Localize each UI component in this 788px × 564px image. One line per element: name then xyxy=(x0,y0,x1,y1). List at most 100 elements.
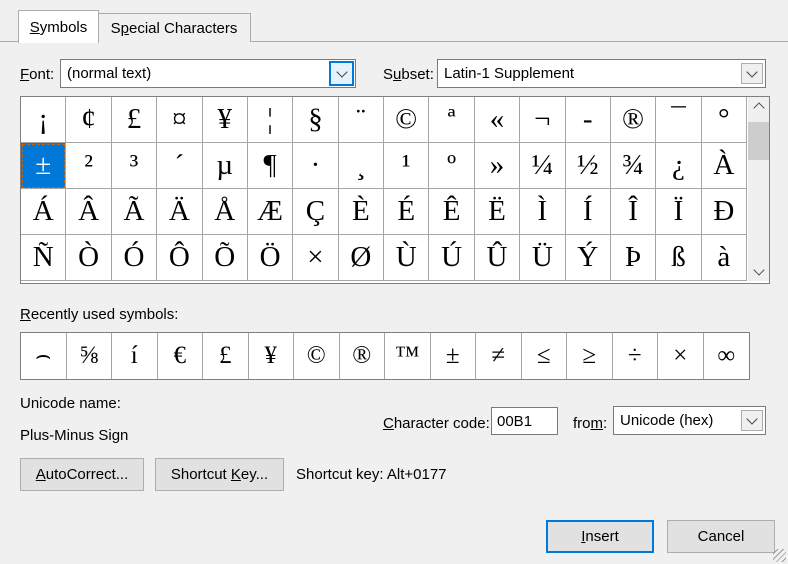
recent-symbol-cell[interactable]: í xyxy=(112,333,158,379)
symbol-cell[interactable]: É xyxy=(384,189,430,235)
insert-button[interactable]: Insert xyxy=(546,520,654,553)
recent-symbol-cell[interactable]: ⌢ xyxy=(21,333,67,379)
symbol-cell[interactable]: · xyxy=(293,143,339,189)
symbol-cell[interactable]: ¾ xyxy=(610,143,657,189)
symbol-cell[interactable]: Ë xyxy=(474,189,521,235)
symbol-cell[interactable]: Ý xyxy=(565,235,611,281)
symbol-cell[interactable]: ¦ xyxy=(247,97,294,143)
font-combobox[interactable]: (normal text) xyxy=(60,59,356,88)
symbol-cell[interactable]: ¡ xyxy=(21,97,67,143)
symbol-cell[interactable]: Õ xyxy=(202,235,248,281)
recent-symbol-cell[interactable]: © xyxy=(294,333,340,379)
symbol-cell[interactable]: ¨ xyxy=(338,97,384,143)
resize-grip-icon[interactable] xyxy=(773,549,786,562)
symbol-cell[interactable]: ¤ xyxy=(157,97,203,143)
symbol-cell[interactable]: ² xyxy=(66,143,112,189)
symbol-cell[interactable]: © xyxy=(384,97,430,143)
symbol-cell[interactable]: § xyxy=(293,97,339,143)
from-combobox[interactable]: Unicode (hex) xyxy=(613,406,766,435)
symbol-cell[interactable]: Ð xyxy=(701,189,747,235)
symbol-cell[interactable]: Ï xyxy=(656,189,702,235)
symbol-cell[interactable]: Á xyxy=(21,189,67,235)
symbol-cell[interactable]: Þ xyxy=(610,235,657,281)
recent-symbol-cell[interactable]: ™ xyxy=(385,333,431,379)
symbol-cell[interactable]: - xyxy=(565,97,611,143)
subset-combobox[interactable]: Latin-1 Supplement xyxy=(437,59,766,88)
symbol-cell[interactable]: Ó xyxy=(111,235,158,281)
recent-symbol-cell[interactable]: ≤ xyxy=(522,333,567,379)
tab-symbols[interactable]: Symbols xyxy=(18,10,99,43)
character-code-input[interactable] xyxy=(491,407,558,435)
symbol-cell[interactable]: Ø xyxy=(338,235,384,281)
symbol-cell[interactable]: × xyxy=(293,235,339,281)
from-combobox-dropdown-button[interactable] xyxy=(741,410,763,431)
symbol-cell[interactable]: Ô xyxy=(157,235,203,281)
symbol-grid-scrollbar[interactable] xyxy=(748,97,769,281)
symbol-cell[interactable]: Ç xyxy=(293,189,339,235)
scrollbar-thumb[interactable] xyxy=(748,122,769,160)
symbol-cell[interactable]: À xyxy=(701,143,747,189)
recent-symbol-cell[interactable]: × xyxy=(658,333,704,379)
symbol-cell[interactable]: Ì xyxy=(520,189,566,235)
font-combobox-value: (normal text) xyxy=(67,65,152,82)
symbol-cell[interactable]: ½ xyxy=(565,143,611,189)
scroll-down-button[interactable] xyxy=(748,262,769,281)
font-combobox-dropdown-button[interactable] xyxy=(329,61,354,86)
symbol-cell[interactable]: Â xyxy=(66,189,112,235)
symbol-cell[interactable]: Ü xyxy=(520,235,566,281)
symbol-cell[interactable]: à xyxy=(701,235,747,281)
symbol-cell[interactable]: Û xyxy=(474,235,521,281)
symbol-cell[interactable]: Ö xyxy=(247,235,294,281)
symbol-cell[interactable]: ¯ xyxy=(656,97,702,143)
symbol-cell[interactable]: Ä xyxy=(157,189,203,235)
symbol-cell[interactable]: ´ xyxy=(157,143,203,189)
recent-symbol-cell[interactable]: ⅝ xyxy=(67,333,112,379)
symbol-cell[interactable]: ¶ xyxy=(247,143,294,189)
symbol-cell[interactable]: « xyxy=(474,97,521,143)
autocorrect-button[interactable]: AutoCorrect... xyxy=(20,458,144,491)
shortcut-key-button[interactable]: Shortcut Key... xyxy=(155,458,284,491)
subset-combobox-dropdown-button[interactable] xyxy=(741,63,763,84)
cancel-button[interactable]: Cancel xyxy=(667,520,775,553)
recent-symbol-cell[interactable]: ≥ xyxy=(567,333,613,379)
symbol-cell[interactable]: ° xyxy=(701,97,747,143)
symbol-cell[interactable]: ± xyxy=(21,143,67,189)
symbol-cell[interactable]: Î xyxy=(610,189,657,235)
recent-symbol-cell[interactable]: ® xyxy=(340,333,385,379)
symbol-cell[interactable]: » xyxy=(474,143,521,189)
symbol-cell[interactable]: Ú xyxy=(429,235,475,281)
symbol-cell[interactable]: £ xyxy=(111,97,158,143)
symbol-cell[interactable]: ® xyxy=(610,97,657,143)
symbol-cell[interactable]: Ã xyxy=(111,189,158,235)
symbol-cell[interactable]: Ê xyxy=(429,189,475,235)
symbol-cell[interactable]: ª xyxy=(429,97,475,143)
symbol-cell[interactable]: ¥ xyxy=(202,97,248,143)
symbol-cell[interactable]: º xyxy=(429,143,475,189)
recent-symbol-cell[interactable]: £ xyxy=(203,333,249,379)
symbol-cell[interactable]: Æ xyxy=(247,189,294,235)
symbol-cell[interactable]: ¢ xyxy=(66,97,112,143)
recent-symbol-cell[interactable]: ÷ xyxy=(613,333,658,379)
symbol-cell[interactable]: Å xyxy=(202,189,248,235)
symbol-cell[interactable]: Ñ xyxy=(21,235,67,281)
symbol-cell[interactable]: ¼ xyxy=(520,143,566,189)
symbol-cell[interactable]: Ù xyxy=(384,235,430,281)
recent-symbol-cell[interactable]: ± xyxy=(431,333,476,379)
symbol-cell[interactable]: Ò xyxy=(66,235,112,281)
symbol-cell[interactable]: ¬ xyxy=(520,97,566,143)
symbol-cell[interactable]: Í xyxy=(565,189,611,235)
tab-special-characters[interactable]: Special Characters xyxy=(97,13,251,42)
symbol-cell[interactable]: ¸ xyxy=(338,143,384,189)
scroll-up-button[interactable] xyxy=(748,97,769,116)
symbol-cell[interactable]: ß xyxy=(656,235,702,281)
symbol-cell[interactable]: ¿ xyxy=(656,143,702,189)
recent-symbol-cell[interactable]: ¥ xyxy=(249,333,294,379)
symbol-cell[interactable]: µ xyxy=(202,143,248,189)
symbol-cell[interactable]: È xyxy=(338,189,384,235)
recent-symbol-cell[interactable]: ∞ xyxy=(704,333,750,379)
recent-symbol-cell[interactable]: € xyxy=(158,333,203,379)
symbol-cell[interactable]: ³ xyxy=(111,143,158,189)
recent-symbol-cell[interactable]: ≠ xyxy=(476,333,522,379)
symbol-cell[interactable]: ¹ xyxy=(384,143,430,189)
shortcut-key-button-label: Shortcut Key... xyxy=(170,466,269,483)
